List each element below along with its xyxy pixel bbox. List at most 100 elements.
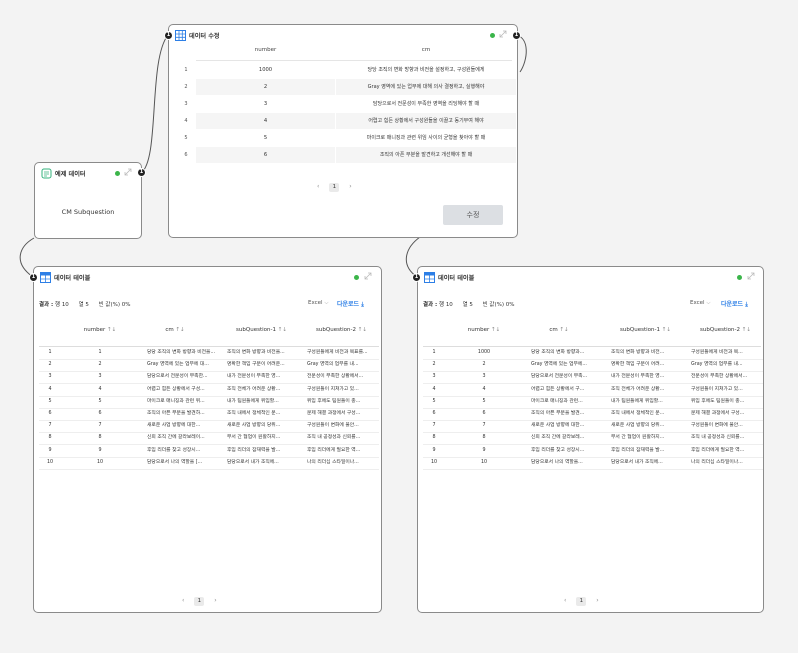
- cell-number[interactable]: 10: [74, 457, 126, 469]
- cell-cm[interactable]: 담당으로서 나의 역할을 [...: [147, 457, 222, 469]
- cell-subquestion-1[interactable]: 조직의 변화 방향과 비전...: [611, 347, 686, 359]
- cell-subquestion-1[interactable]: 내가 전문성이 부족한 영...: [227, 371, 302, 383]
- table-row[interactable]: 10 10 담당으로서 나의 역할을 [... 담당으로서 내가 조직에... 나의 리…: [39, 457, 379, 469]
- edit-row[interactable]: 6 6 조직의 아픈 부분을 발견하고 개선해야 할 때: [169, 147, 517, 163]
- table-row[interactable]: 8 8 신뢰 조직 간에 갈라보레이... 부서 간 협업이 원활하지... 조직 내 …: [39, 432, 379, 444]
- cell-subquestion-2[interactable]: 구성원들에게 비전과 목표를...: [307, 347, 379, 359]
- cell-cm[interactable]: 담당으로서 전문성이 부족한 영역을 리딩해야 할 때: [336, 96, 516, 112]
- expand-icon[interactable]: [499, 30, 507, 38]
- cell-number[interactable]: 6: [458, 408, 510, 420]
- cell-number[interactable]: 9: [74, 445, 126, 457]
- table-row[interactable]: 8 8 신뢰 조직 간에 갈라보레... 부서 간 협업이 원활하지... 조직 내 공…: [423, 432, 763, 444]
- cell-subquestion-1[interactable]: 담당으로서 내가 조직에...: [611, 457, 686, 469]
- cell-cm[interactable]: 후임 리더를 찾고 성장시...: [147, 445, 222, 457]
- pagination[interactable]: ‹ 1 ›: [564, 597, 599, 606]
- next-page-icon[interactable]: ›: [214, 597, 216, 604]
- prev-page-icon[interactable]: ‹: [564, 597, 566, 604]
- cell-number[interactable]: 2: [74, 359, 126, 371]
- cell-number[interactable]: 7: [74, 420, 126, 432]
- table-row[interactable]: 5 5 마이크로 매니징과 관련... 내가 팀원들에게 위임할... 위임 후에도 팀…: [423, 396, 763, 408]
- cell-number[interactable]: 1000: [458, 347, 510, 359]
- cell-cm[interactable]: 조직의 아픈 부분을 발견하...: [147, 408, 222, 420]
- input-port[interactable]: 1: [412, 273, 421, 282]
- cell-subquestion-1[interactable]: 조직 전체가 어려운 상황...: [611, 384, 686, 396]
- cell-subquestion-2[interactable]: 전문성이 부족한 상황에서...: [307, 371, 379, 383]
- col-header-number[interactable]: number ↑↓: [74, 327, 126, 333]
- cell-number[interactable]: 1000: [196, 62, 335, 78]
- col-header-subquestion-1[interactable]: subQuestion-1 ↑↓: [224, 327, 299, 333]
- cell-cm[interactable]: 담당으로서 전문성이 부족한...: [147, 371, 222, 383]
- format-select[interactable]: Excel ⌵: [690, 300, 711, 307]
- cell-cm[interactable]: 담당으로서 전문성이 부족...: [531, 371, 606, 383]
- data-table-node-right[interactable]: 데이터 테이블 결과 : 행 10 열 5 빈 값(%) 0% Excel ⌵ …: [417, 266, 764, 613]
- cell-number[interactable]: 5: [74, 396, 126, 408]
- cell-subquestion-1[interactable]: 후임 리더의 잠재력을 발...: [227, 445, 302, 457]
- output-port[interactable]: 1: [137, 168, 146, 177]
- data-table-node-left[interactable]: 데이터 테이블 결과 : 행 10 열 5 빈 값(%) 0% Excel ⌵ …: [33, 266, 382, 613]
- table-row[interactable]: 10 10 담당으로서 나의 역할을... 담당으로서 내가 조직에... 나의 리더십…: [423, 457, 763, 469]
- cell-number[interactable]: 3: [74, 371, 126, 383]
- node-header[interactable]: 예제 데이터: [35, 163, 141, 185]
- pagination[interactable]: ‹ 1 ›: [182, 597, 217, 606]
- cell-cm[interactable]: 신뢰 조직 간에 갈라보레...: [531, 432, 606, 444]
- table-row[interactable]: 6 6 조직의 아픈 부분을 발견하... 조직 내에서 정체적인 문... 문제 해결…: [39, 408, 379, 420]
- cell-subquestion-2[interactable]: 구성원들이 지쳐가고 있...: [691, 384, 763, 396]
- cell-number[interactable]: 6: [74, 408, 126, 420]
- cell-number[interactable]: 8: [74, 432, 126, 444]
- table-row[interactable]: 4 4 어렵고 힘든 상황에서 구... 조직 전체가 어려운 상황... 구성원들이 …: [423, 384, 763, 396]
- cell-subquestion-2[interactable]: 후임 리더에게 필요한 역...: [307, 445, 379, 457]
- cell-number[interactable]: 9: [458, 445, 510, 457]
- sort-icon[interactable]: ↑↓: [107, 327, 116, 333]
- edit-row[interactable]: 1 1000 당당 조직의 변화 방향과 비전을 설정하고, 구성원들에게: [169, 62, 517, 78]
- cell-subquestion-2[interactable]: 구성원들이 변화에 불안...: [307, 420, 379, 432]
- cell-number[interactable]: 4: [196, 113, 335, 129]
- prev-page-icon[interactable]: ‹: [182, 597, 184, 604]
- cell-number[interactable]: 6: [196, 147, 335, 163]
- table-row[interactable]: 7 7 새로운 사업 방향에 대한... 새로운 사업 방향의 당위... 구성원들이 …: [39, 420, 379, 432]
- cell-number[interactable]: 2: [458, 359, 510, 371]
- cell-cm[interactable]: 당당 조직의 변화 방향과 비전을...: [147, 347, 222, 359]
- table-row[interactable]: 9 9 후임 리더를 찾고 성장시... 후임 리더의 잠재력을 발... 후임 리더에…: [423, 445, 763, 457]
- cell-subquestion-1[interactable]: 내가 팀원들에게 위임할...: [611, 396, 686, 408]
- format-select[interactable]: Excel ⌵: [308, 300, 329, 307]
- input-port[interactable]: 1: [164, 31, 173, 40]
- edit-data-node[interactable]: 데이터 수정 number cm 1 1000 당당 조직의 변화 방향과 비전…: [168, 24, 518, 238]
- cell-subquestion-2[interactable]: 전문성이 부족한 상황에서...: [691, 371, 763, 383]
- current-page[interactable]: 1: [194, 597, 205, 606]
- edit-row[interactable]: 5 5 마이크로 매니징과 관련 위임 사이의 균형을 찾아야 할 때: [169, 130, 517, 146]
- cell-subquestion-2[interactable]: 위임 후에도 팀원들이 충...: [307, 396, 379, 408]
- cell-subquestion-2[interactable]: 조직 내 공정성과 신뢰를...: [307, 432, 379, 444]
- expand-icon[interactable]: [747, 272, 755, 280]
- cell-subquestion-2[interactable]: 후임 리더에게 필요한 역...: [691, 445, 763, 457]
- table-row[interactable]: 7 7 새로운 사업 방향에 대한... 새로운 사업 방향의 당위... 구성원들이 …: [423, 420, 763, 432]
- cell-number[interactable]: 2: [196, 79, 335, 95]
- table-row[interactable]: 5 5 마이크로 매니징과 관련 위... 내가 팀원들에게 위임할... 위임 후에도…: [39, 396, 379, 408]
- col-header-subquestion-2[interactable]: subQuestion-2 ↑↓: [304, 327, 379, 333]
- cell-subquestion-1[interactable]: 부서 간 협업이 원활하지...: [227, 432, 302, 444]
- edit-row[interactable]: 4 4 어렵고 힘든 상황에서 구성원들을 이끌고 동기부여 해야: [169, 113, 517, 129]
- current-page[interactable]: 1: [576, 597, 587, 606]
- download-button[interactable]: 다운로드 ⤓: [337, 299, 364, 309]
- cell-cm[interactable]: 새로운 사업 방향에 대한...: [531, 420, 606, 432]
- edit-button[interactable]: 수정: [443, 205, 503, 225]
- edit-row[interactable]: 2 2 Gray 영역에 있는 업무에 대해 의사 결정하고, 실행해야: [169, 79, 517, 95]
- table-row[interactable]: 6 6 조직의 아픈 부분을 발견... 조직 내에서 정체적인 문... 문제 해결 …: [423, 408, 763, 420]
- output-port[interactable]: 1: [512, 31, 521, 40]
- col-header-cm[interactable]: cm ↑↓: [533, 327, 585, 333]
- sort-icon[interactable]: ↑↓: [662, 327, 671, 333]
- cell-subquestion-2[interactable]: 나의 리더십 스타일이나...: [307, 457, 379, 469]
- expand-icon[interactable]: [124, 168, 132, 176]
- table-row[interactable]: 4 4 어렵고 힘든 상황에서 구성... 조직 전체가 어려운 상황... 구성원들이…: [39, 384, 379, 396]
- cell-subquestion-2[interactable]: Gray 영역의 업무를 내...: [307, 359, 379, 371]
- cell-subquestion-1[interactable]: 부서 간 협업이 원활하지...: [611, 432, 686, 444]
- cell-subquestion-1[interactable]: 조직의 변화 방향과 비전을...: [227, 347, 302, 359]
- sort-icon[interactable]: ↑↓: [742, 327, 751, 333]
- input-port[interactable]: 1: [29, 273, 38, 282]
- cell-cm[interactable]: Gray 영역에 있는 업무에 대해 의사 결정하고, 실행해야: [336, 79, 516, 95]
- cell-cm[interactable]: 어렵고 힘든 상황에서 구성원들을 이끌고 동기부여 해야: [336, 113, 516, 129]
- current-page[interactable]: 1: [329, 183, 340, 192]
- cell-subquestion-2[interactable]: 나의 리더십 스타일이나...: [691, 457, 763, 469]
- sort-icon[interactable]: ↑↓: [559, 327, 568, 333]
- col-header-subquestion-2[interactable]: subQuestion-2 ↑↓: [688, 327, 763, 333]
- cell-cm[interactable]: 새로운 사업 방향에 대한...: [147, 420, 222, 432]
